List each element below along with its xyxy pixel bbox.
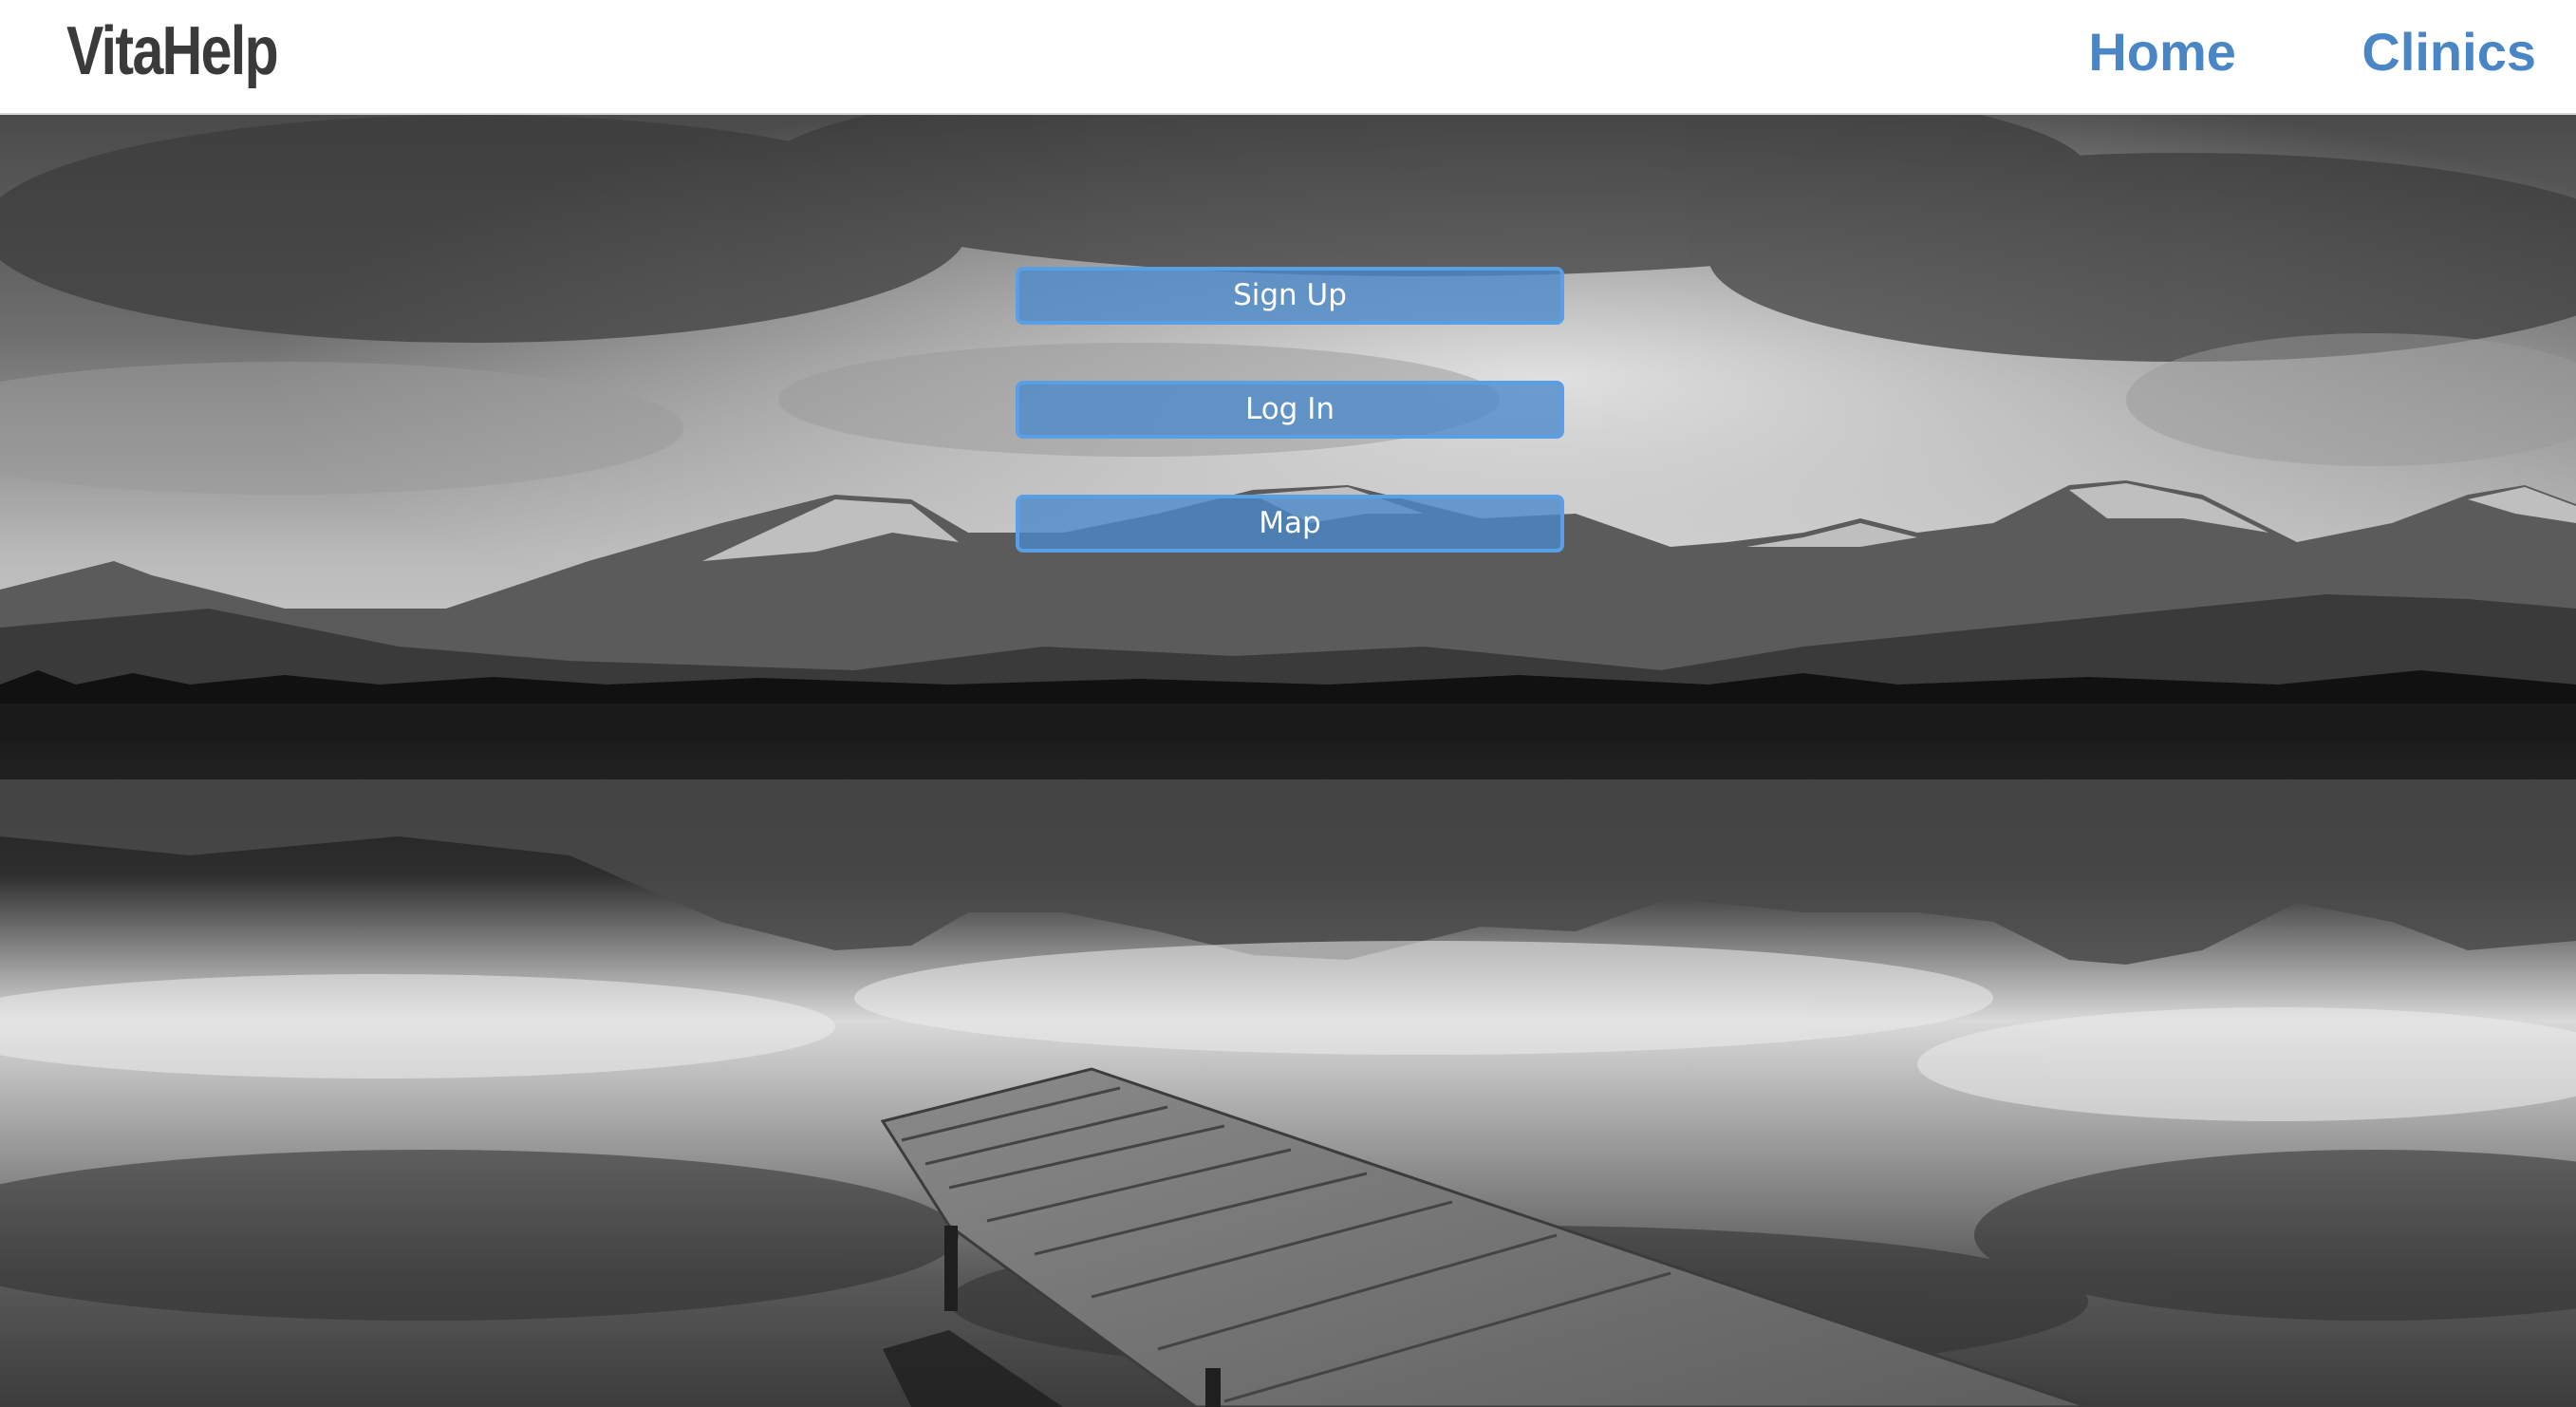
brand-logo[interactable]: VitaHelp xyxy=(66,13,279,89)
log-in-button[interactable]: Log In xyxy=(1016,381,1564,439)
nav-links: Home Clinics xyxy=(1967,19,2536,85)
action-button-group: Sign Up Log In Map xyxy=(1016,267,1564,609)
nav-link-home[interactable]: Home xyxy=(2088,19,2236,85)
map-button[interactable]: Map xyxy=(1016,495,1564,553)
sign-up-button[interactable]: Sign Up xyxy=(1016,267,1564,325)
nav-link-clinics[interactable]: Clinics xyxy=(2361,19,2536,85)
top-navbar: VitaHelp Home Clinics xyxy=(0,0,2576,115)
